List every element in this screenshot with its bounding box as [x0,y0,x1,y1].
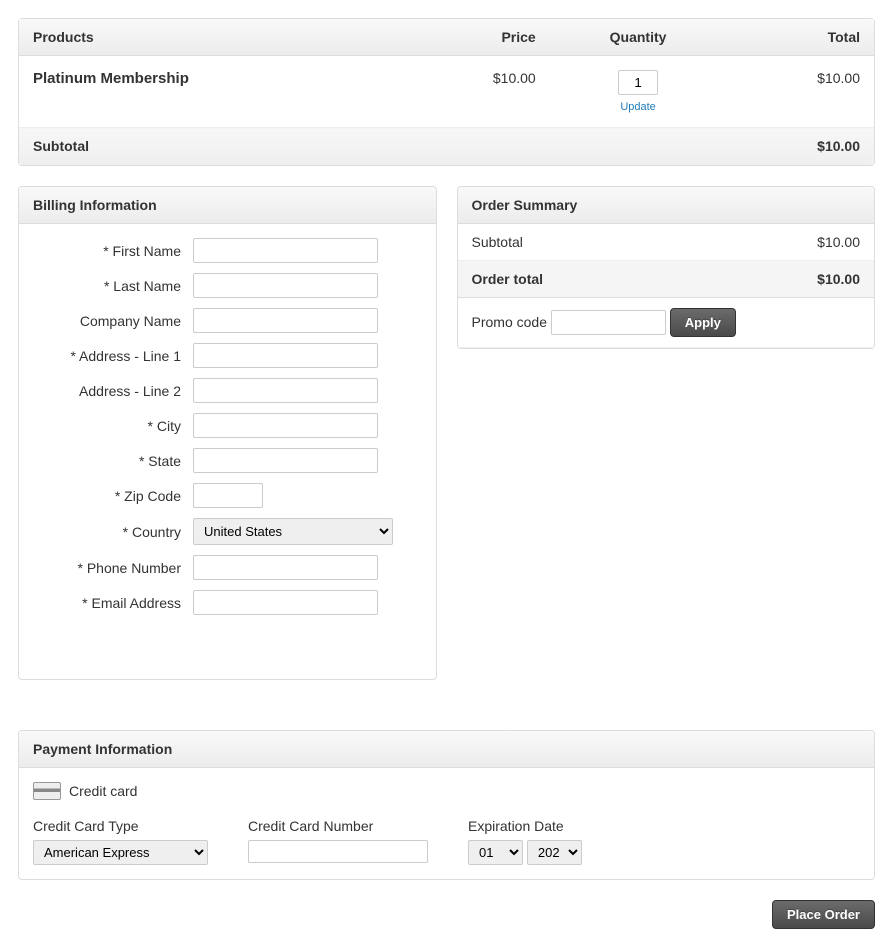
place-order-button[interactable]: Place Order [772,900,875,929]
product-price: $10.00 [402,56,550,128]
product-total: $10.00 [726,56,874,128]
col-quantity: Quantity [550,19,727,56]
promo-label: Promo code [472,314,547,330]
subtotal-label: Subtotal [19,128,726,165]
company-label: Company Name [33,313,193,329]
summary-panel: Order Summary Subtotal $10.00 Order tota… [457,186,876,349]
subtotal-row: Subtotal $10.00 [19,128,874,165]
phone-input[interactable] [193,555,378,580]
col-price: Price [402,19,550,56]
cart-row: Platinum Membership $10.00 Update $10.00 [19,56,874,128]
cc-type-label: Credit Card Type [33,818,208,834]
address1-label: * Address - Line 1 [33,348,193,364]
email-label: * Email Address [33,595,193,611]
summary-total-label: Order total [458,261,701,298]
first-name-label: * First Name [33,243,193,259]
city-label: * City [33,418,193,434]
payment-panel: Payment Information Credit card Credit C… [18,730,875,880]
phone-label: * Phone Number [33,560,193,576]
col-total: Total [726,19,874,56]
payment-method: Credit card [33,782,860,800]
billing-title: Billing Information [19,187,436,224]
summary-total-row: Order total $10.00 [458,261,875,298]
last-name-input[interactable] [193,273,378,298]
summary-subtotal-label: Subtotal [458,224,701,261]
state-input[interactable] [193,448,378,473]
cc-type-select[interactable]: American Express [33,840,208,865]
country-select[interactable]: United States [193,518,393,545]
summary-subtotal-row: Subtotal $10.00 [458,224,875,261]
email-input[interactable] [193,590,378,615]
country-label: * Country [33,524,193,540]
billing-panel: Billing Information * First Name * Last … [18,186,437,680]
cart-table: Products Price Quantity Total Platinum M… [19,19,874,165]
promo-input[interactable] [551,310,666,335]
exp-year-select[interactable]: 2024 [527,840,582,865]
address1-input[interactable] [193,343,378,368]
summary-subtotal-value: $10.00 [701,224,874,261]
company-input[interactable] [193,308,378,333]
zip-label: * Zip Code [33,488,193,504]
state-label: * State [33,453,193,469]
summary-title: Order Summary [458,187,875,224]
cc-number-label: Credit Card Number [248,818,428,834]
exp-month-select[interactable]: 01 [468,840,523,865]
first-name-input[interactable] [193,238,378,263]
city-input[interactable] [193,413,378,438]
apply-button[interactable]: Apply [670,308,736,337]
cc-number-input[interactable] [248,840,428,863]
address2-label: Address - Line 2 [33,383,193,399]
payment-method-label: Credit card [69,783,137,799]
exp-label: Expiration Date [468,818,582,834]
product-name: Platinum Membership [19,56,402,128]
update-link[interactable]: Update [564,101,713,113]
cart-panel: Products Price Quantity Total Platinum M… [18,18,875,166]
summary-total-value: $10.00 [701,261,874,298]
zip-input[interactable] [193,483,263,508]
promo-row: Promo code Apply [458,298,875,348]
quantity-input[interactable] [618,70,658,95]
last-name-label: * Last Name [33,278,193,294]
col-products: Products [19,19,402,56]
credit-card-icon [33,782,61,800]
subtotal-value: $10.00 [726,128,874,165]
payment-title: Payment Information [19,731,874,768]
address2-input[interactable] [193,378,378,403]
